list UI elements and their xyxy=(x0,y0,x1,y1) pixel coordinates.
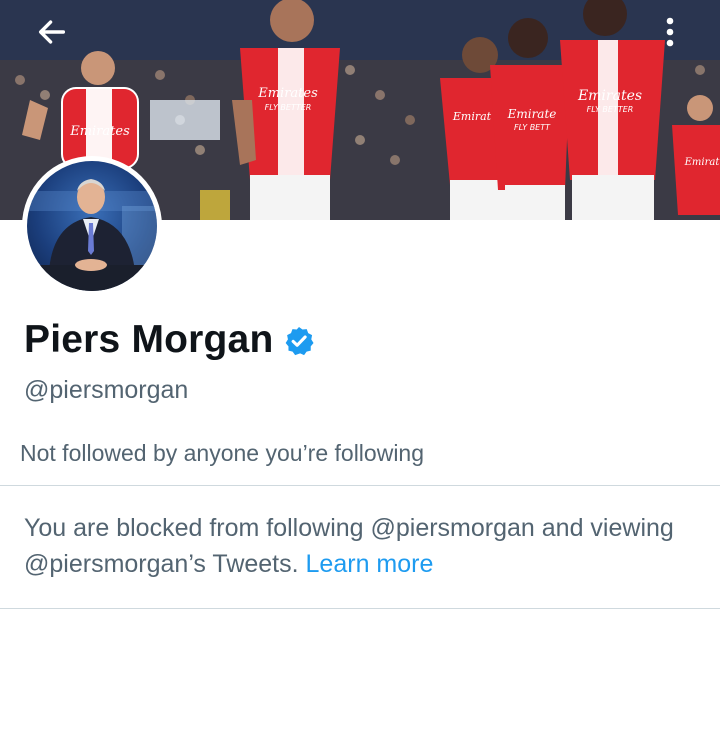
verified-badge-icon[interactable] xyxy=(283,325,315,357)
arrow-left-icon xyxy=(38,20,66,44)
svg-text:Emirat: Emirat xyxy=(684,157,720,168)
divider xyxy=(0,485,720,486)
profile-page: Emirates Emirates FLY BETTER Emirat Emir… xyxy=(0,0,720,748)
svg-text:FLY BETT: FLY BETT xyxy=(514,123,551,132)
back-button[interactable] xyxy=(28,8,76,56)
more-options-button[interactable] xyxy=(646,8,694,56)
followers-you-know: Not followed by anyone you’re following xyxy=(20,440,425,466)
avatar-photo xyxy=(27,161,157,291)
blocked-notice: You are blocked from following @piersmor… xyxy=(24,510,684,582)
more-vertical-icon xyxy=(666,17,674,47)
svg-text:Emirates: Emirates xyxy=(577,88,642,104)
svg-text:Emirates: Emirates xyxy=(69,124,130,139)
avatar[interactable] xyxy=(22,156,162,296)
svg-text:Emirat: Emirat xyxy=(452,110,492,123)
svg-text:Emirate: Emirate xyxy=(507,107,557,121)
svg-text:Emirates: Emirates xyxy=(257,86,318,101)
display-name: Piers Morgan xyxy=(24,318,274,361)
name-row: Piers Morgan xyxy=(24,318,315,362)
learn-more-link[interactable]: Learn more xyxy=(306,550,434,578)
divider xyxy=(0,608,720,609)
svg-text:FLY BETTER: FLY BETTER xyxy=(587,105,634,114)
svg-text:FLY BETTER: FLY BETTER xyxy=(265,103,312,112)
username-handle: @piersmorgan xyxy=(24,376,189,404)
